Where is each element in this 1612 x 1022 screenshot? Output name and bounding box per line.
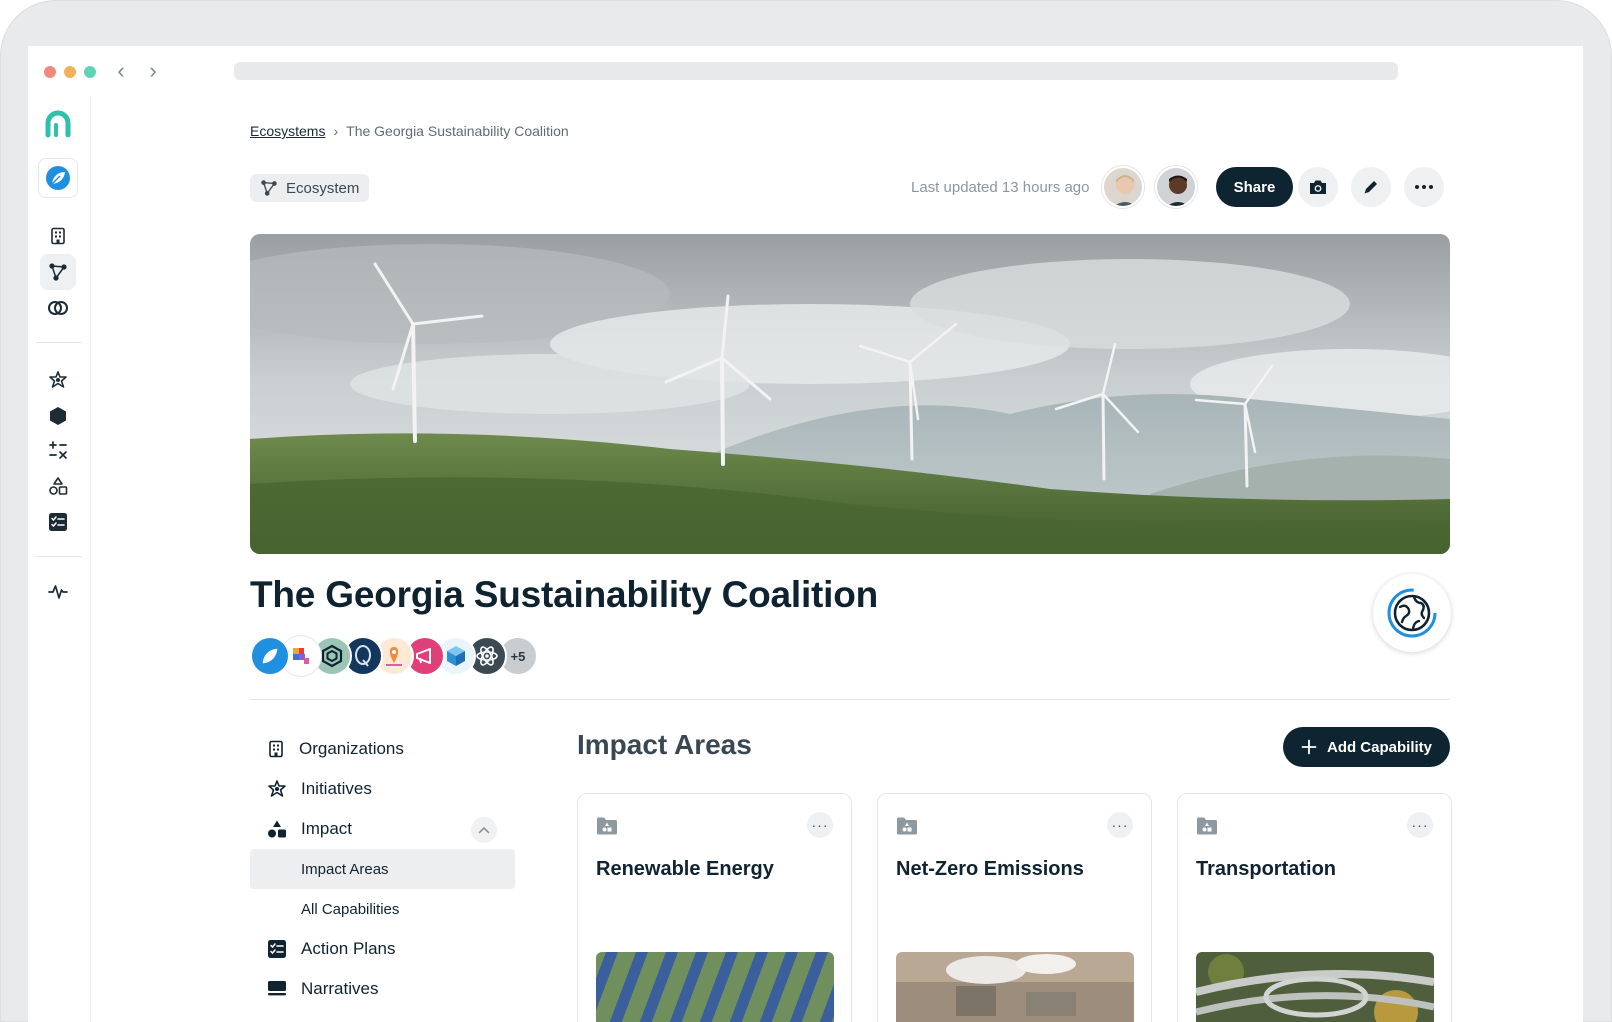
icon-rail bbox=[28, 96, 91, 1022]
breadcrumb-current: The Georgia Sustainability Coalition bbox=[346, 123, 569, 139]
pencil-icon bbox=[1364, 181, 1377, 194]
impact-area-card[interactable]: ··· Net-Zero Emissions bbox=[877, 793, 1152, 1022]
camera-button[interactable] bbox=[1298, 167, 1338, 207]
building-icon[interactable] bbox=[40, 218, 76, 254]
section-title: Impact Areas bbox=[577, 729, 752, 760]
activity-icon[interactable] bbox=[40, 574, 76, 610]
collapse-button[interactable] bbox=[471, 817, 497, 843]
checklist-icon[interactable] bbox=[40, 504, 76, 540]
app-window: ‹ › Ecosystems › The Georgia Sustainabil… bbox=[28, 46, 1583, 1022]
window-maximize-dot[interactable] bbox=[84, 66, 96, 78]
nav-label-initiatives: Initiatives bbox=[301, 779, 372, 798]
breadcrumb-link-ecosystems[interactable]: Ecosystems bbox=[250, 123, 325, 139]
building-icon bbox=[269, 740, 283, 758]
card-image bbox=[1196, 952, 1434, 1022]
checklist-icon bbox=[268, 940, 286, 958]
nav-item-action-plans[interactable]: Action Plans bbox=[250, 929, 515, 969]
window-minimize-dot[interactable] bbox=[64, 66, 76, 78]
impact-area-card[interactable]: ··· Renewable Energy bbox=[577, 793, 852, 1022]
breadcrumb-separator: › bbox=[333, 123, 339, 139]
globe-icon bbox=[1387, 588, 1437, 638]
initiatives-icon bbox=[268, 780, 286, 797]
more-dots-icon bbox=[1415, 185, 1433, 189]
member-logo[interactable] bbox=[250, 636, 290, 676]
chevron-up-icon bbox=[478, 826, 490, 834]
rail-divider bbox=[36, 556, 82, 557]
window-close-dot[interactable] bbox=[44, 66, 56, 78]
card-title: Transportation bbox=[1196, 858, 1337, 880]
nav-label-impact: Impact bbox=[301, 819, 353, 838]
nav-label-action-plans: Action Plans bbox=[301, 939, 396, 958]
nav-label-narratives: Narratives bbox=[301, 979, 379, 998]
globe-badge[interactable] bbox=[1373, 574, 1451, 652]
section-divider bbox=[250, 699, 1450, 700]
ecosystem-tag-label: Ecosystem bbox=[286, 179, 360, 197]
secondary-nav: Organizations Initiatives Impact Impact … bbox=[250, 729, 515, 1009]
rings-icon[interactable] bbox=[40, 290, 76, 326]
card-more-button[interactable]: ··· bbox=[1107, 812, 1133, 838]
brand-logo-icon[interactable] bbox=[40, 106, 76, 142]
share-button[interactable]: Share bbox=[1216, 167, 1293, 207]
calculator-icon[interactable] bbox=[40, 432, 76, 468]
plus-icon bbox=[1301, 739, 1317, 755]
impact-area-card[interactable]: ··· Transportation bbox=[1177, 793, 1452, 1022]
nav-item-all-capabilities[interactable]: All Capabilities bbox=[250, 889, 515, 929]
forward-arrow-icon[interactable]: › bbox=[142, 58, 164, 84]
address-bar[interactable] bbox=[234, 62, 1398, 80]
card-image bbox=[896, 952, 1134, 1022]
shapes-icon[interactable] bbox=[40, 468, 76, 504]
folder-icon bbox=[1197, 817, 1217, 835]
more-options-button[interactable] bbox=[1404, 167, 1444, 207]
page-title: The Georgia Sustainability Coalition bbox=[250, 574, 879, 615]
edit-button[interactable] bbox=[1351, 167, 1391, 207]
nav-item-impact-areas[interactable]: Impact Areas bbox=[250, 849, 515, 889]
leaf-badge-icon[interactable] bbox=[38, 158, 78, 198]
nav-item-narratives[interactable]: Narratives bbox=[250, 969, 515, 1009]
ecosystem-icon bbox=[261, 180, 277, 196]
browser-toolbar: ‹ › bbox=[28, 46, 1583, 96]
last-updated-text: Last updated 13 hours ago bbox=[911, 179, 1090, 196]
main-content: Ecosystems › The Georgia Sustainability … bbox=[91, 96, 1583, 1022]
nav-item-organizations[interactable]: Organizations bbox=[250, 729, 515, 769]
hero-image bbox=[250, 234, 1450, 554]
ecosystem-icon[interactable] bbox=[40, 254, 76, 290]
nav-item-initiatives[interactable]: Initiatives bbox=[250, 769, 515, 809]
impact-icon bbox=[268, 820, 286, 838]
folder-icon bbox=[597, 817, 617, 835]
breadcrumb: Ecosystems › The Georgia Sustainability … bbox=[250, 123, 569, 139]
card-title: Net-Zero Emissions bbox=[896, 858, 1084, 880]
camera-icon bbox=[1310, 180, 1326, 194]
nav-label-organizations: Organizations bbox=[299, 739, 404, 758]
card-image bbox=[596, 952, 834, 1022]
card-title: Renewable Energy bbox=[596, 858, 774, 880]
folder-icon bbox=[897, 817, 917, 835]
nav-item-impact[interactable]: Impact bbox=[250, 809, 515, 849]
add-capability-button[interactable]: Add Capability bbox=[1283, 727, 1450, 767]
card-more-button[interactable]: ··· bbox=[1407, 812, 1433, 838]
avatar[interactable] bbox=[1102, 166, 1144, 208]
narratives-icon bbox=[268, 981, 286, 996]
initiatives-icon[interactable] bbox=[40, 362, 76, 398]
avatar[interactable] bbox=[1155, 166, 1197, 208]
rail-divider bbox=[36, 342, 82, 343]
back-arrow-icon[interactable]: ‹ bbox=[110, 58, 132, 84]
hexagon-icon[interactable] bbox=[40, 398, 76, 434]
card-more-button[interactable]: ··· bbox=[807, 812, 833, 838]
add-capability-label: Add Capability bbox=[1326, 738, 1432, 756]
ecosystem-tag: Ecosystem bbox=[250, 174, 370, 202]
